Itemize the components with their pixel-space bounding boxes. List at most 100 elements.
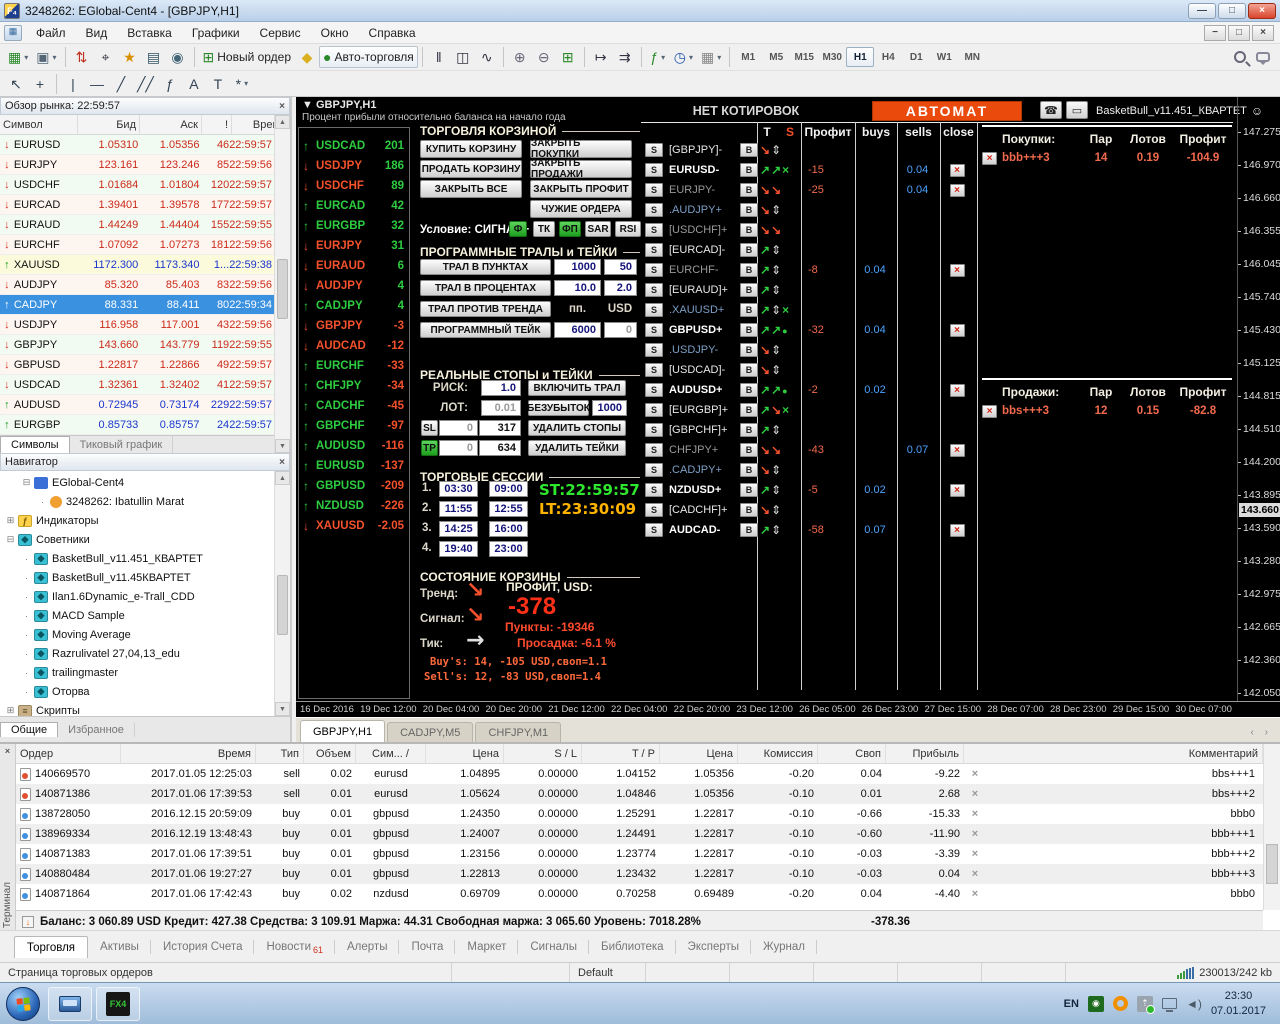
profile-label[interactable]: Default <box>570 963 646 982</box>
basket-button-5[interactable]: ЗАКРЫТЬ ПРОФИТ <box>530 180 632 198</box>
sell-button[interactable]: S <box>645 523 663 537</box>
scroll-thumb[interactable] <box>277 259 288 319</box>
taskbar-app-mt4[interactable]: FX4 <box>96 987 140 1021</box>
condition-button-RSI[interactable]: RSI <box>615 221 641 237</box>
tp-button[interactable]: TP <box>421 440 438 456</box>
new-order-button[interactable]: ⊞Новый ордер <box>199 46 296 68</box>
market-watch-row-XAUUSD[interactable]: ↑XAUUSD1172.3001173.3401...22:59:38 <box>0 255 276 275</box>
enable-tral-button[interactable]: ВКЛЮЧИТЬ ТРАЛ <box>528 380 626 396</box>
horizontal-line-button[interactable]: — <box>85 73 109 95</box>
buy-button[interactable]: B <box>740 143 758 157</box>
order-row-140871383[interactable]: 1408713832017.01.06 17:39:51buy0.01gbpus… <box>16 844 1263 864</box>
sl-input-1[interactable]: 0 <box>439 420 478 436</box>
terminal-tab-Сигналы[interactable]: Сигналы <box>518 936 589 958</box>
sell-button[interactable]: S <box>645 263 663 277</box>
tree-expand-icon[interactable]: ⊞ <box>4 705 17 716</box>
close-pair-button[interactable]: × <box>950 184 965 197</box>
order-close-icon[interactable]: × <box>964 828 986 840</box>
tral-button-0[interactable]: ТРАЛ В ПУНКТАХ <box>420 259 551 275</box>
market-watch-row-EURUSD[interactable]: ↓EURUSD1.053101.053564622:59:57 <box>0 135 276 155</box>
sell-button[interactable]: S <box>645 403 663 417</box>
mw-column-1[interactable]: Бид <box>78 115 140 134</box>
menu-Графики[interactable]: Графики <box>182 23 250 43</box>
order-col-4[interactable]: Сим... / <box>356 744 426 763</box>
order-col-10[interactable]: Своп <box>818 744 886 763</box>
close-pair-button[interactable]: × <box>950 484 965 497</box>
market-watch-row-USDCHF[interactable]: ↓USDCHF1.016841.0180412022:59:57 <box>0 175 276 195</box>
sell-button[interactable]: S <box>645 223 663 237</box>
buy-button[interactable]: B <box>740 243 758 257</box>
order-col-9[interactable]: Комиссия <box>738 744 818 763</box>
price-scale[interactable]: 147.275146.970146.660146.355146.045145.7… <box>1237 97 1280 701</box>
buy-button[interactable]: B <box>740 403 758 417</box>
market-watch-row-EURAUD[interactable]: ↓EURAUD1.442491.4440415522:59:55 <box>0 215 276 235</box>
terminal-tab-Библиотека[interactable]: Библиотека <box>589 936 676 958</box>
auto-trading-button[interactable]: ●Авто-торговля <box>319 46 418 68</box>
chart-shift-button[interactable]: ↦ <box>589 46 613 68</box>
market-watch-row-EURCAD[interactable]: ↓EURCAD1.394011.3957817722:59:57 <box>0 195 276 215</box>
scroll-up-icon[interactable]: ▲ <box>275 115 290 129</box>
terminal-tab-Маркет[interactable]: Маркет <box>455 936 518 958</box>
terminal-tab-Почта[interactable]: Почта <box>399 936 455 958</box>
timeframe-H1[interactable]: H1 <box>846 47 874 67</box>
order-row-138969334[interactable]: 1389693342016.12.19 13:48:43buy0.01gbpus… <box>16 824 1263 844</box>
zoom-in-button[interactable]: ⊕ <box>508 46 532 68</box>
buy-button[interactable]: B <box>740 283 758 297</box>
menu-Сервис[interactable]: Сервис <box>250 23 311 43</box>
sell-button[interactable]: S <box>645 143 663 157</box>
terminal-tab-История Счета[interactable]: История Счета <box>151 936 255 958</box>
taskbar-app-keyboard[interactable] <box>48 987 92 1021</box>
chart-tab-scroll-arrows[interactable]: ‹ › <box>1251 727 1280 742</box>
market-watch-button[interactable]: ⇅ <box>70 46 94 68</box>
trendline-button[interactable]: ╱ <box>109 73 133 95</box>
market-watch-row-GBPJPY[interactable]: ↓GBPJPY143.660143.77911922:59:55 <box>0 335 276 355</box>
navigator-scrollbar[interactable]: ▲ ▼ <box>274 471 290 716</box>
order-col-7[interactable]: T / P <box>582 744 660 763</box>
sell-button[interactable]: S <box>645 183 663 197</box>
crosshair-button[interactable]: + <box>28 73 52 95</box>
tab-Избранное[interactable]: Избранное <box>58 723 135 737</box>
tral-value1-3[interactable]: 6000 <box>554 322 601 338</box>
market-watch-row-AUDUSD[interactable]: ↑AUDUSD0.729450.7317422922:59:57 <box>0 395 276 415</box>
session-to-4[interactable]: 23:00 <box>489 541 528 557</box>
sell-button[interactable]: S <box>645 343 663 357</box>
phone-button[interactable]: ☎ <box>1040 101 1062 119</box>
nav-experts[interactable]: ⊟◆Советники <box>0 530 276 549</box>
menu-Вставка[interactable]: Вставка <box>117 23 182 43</box>
basket-button-6[interactable]: ЧУЖИЕ ОРДЕРА <box>530 200 632 218</box>
basket-button-0[interactable]: КУПИТЬ КОРЗИНУ <box>420 140 522 158</box>
tile-windows-button[interactable]: ⊞ <box>556 46 580 68</box>
market-watch-row-EURJPY[interactable]: ↓EURJPY123.161123.2468522:59:56 <box>0 155 276 175</box>
sell-button[interactable]: S <box>645 203 663 217</box>
market-watch-row-EURGBP[interactable]: ↑EURGBP0.857330.857572422:59:57 <box>0 415 276 435</box>
basket-button-4[interactable]: ЗАКРЫТЬ ВСЕ <box>420 180 522 198</box>
navigator-button[interactable]: ★ <box>118 46 142 68</box>
terminal-tab-Активы[interactable]: Активы <box>88 936 151 958</box>
shapes-button[interactable]: *▾ <box>230 73 254 95</box>
vertical-line-button[interactable]: | <box>61 73 85 95</box>
buy-button[interactable]: B <box>740 343 758 357</box>
order-row-140871386[interactable]: 1408713862017.01.06 17:39:53sell0.01euru… <box>16 784 1263 804</box>
buy-button[interactable]: B <box>740 263 758 277</box>
session-from-2[interactable]: 11:55 <box>439 501 478 517</box>
condition-button-ТК[interactable]: ТК <box>533 221 555 237</box>
scroll-up-icon[interactable]: ▲ <box>275 471 290 485</box>
nav-expert[interactable]: ·◆BasketBull_v11.45КВАРТЕТ <box>0 568 276 587</box>
condition-button-ФП[interactable]: ФП <box>559 221 581 237</box>
profiles-button[interactable]: ▣▾ <box>32 46 60 68</box>
menu-Вид[interactable]: Вид <box>76 23 118 43</box>
bar-chart-button[interactable]: ‖ <box>427 46 451 68</box>
close-sells-button[interactable]: × <box>982 405 997 418</box>
nav-expert[interactable]: ·◆Moving Average <box>0 625 276 644</box>
tral-button-1[interactable]: ТРАЛ В ПРОЦЕНТАХ <box>420 280 551 296</box>
terminal-tab-Новости[interactable]: Новости61 <box>254 936 335 958</box>
terminal-tab-Эксперты[interactable]: Эксперты <box>676 936 751 958</box>
timeframe-MN[interactable]: MN <box>958 47 986 67</box>
order-row-140669570[interactable]: 1406695702017.01.05 12:25:03sell0.02euru… <box>16 764 1263 784</box>
breakeven-button[interactable]: БЕЗУБЫТОК <box>528 400 589 416</box>
order-close-icon[interactable]: × <box>964 808 986 820</box>
volume-tray-icon[interactable]: ◄) <box>1186 996 1202 1012</box>
sell-button[interactable]: S <box>645 483 663 497</box>
tab-Общие[interactable]: Общие <box>0 722 58 737</box>
close-buys-button[interactable]: × <box>982 152 997 165</box>
